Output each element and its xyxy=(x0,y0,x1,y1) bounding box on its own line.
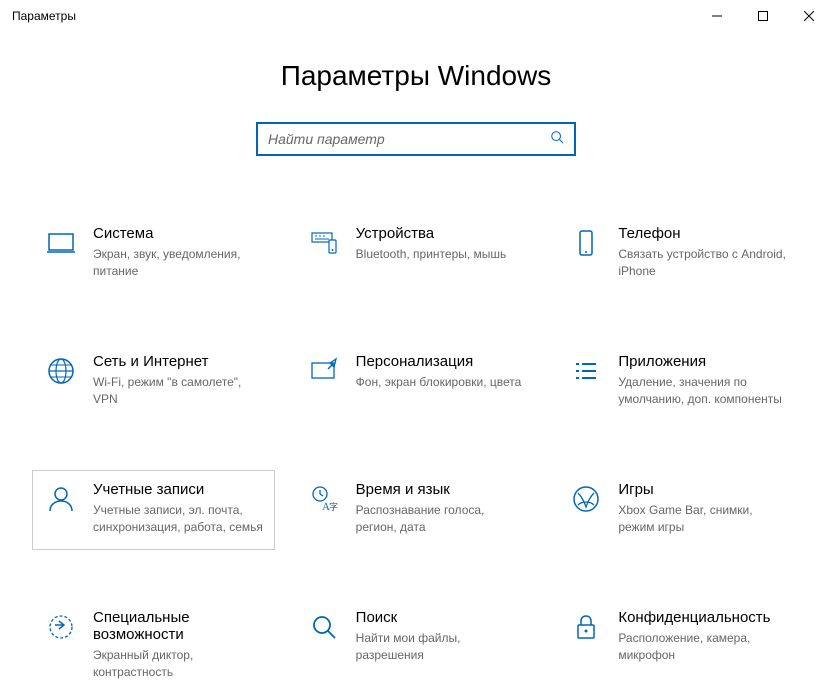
close-button[interactable] xyxy=(786,0,832,32)
tile-desc: Связать устройство с Android, iPhone xyxy=(618,246,791,280)
time-language-icon: A字 xyxy=(304,481,344,515)
devices-icon xyxy=(304,225,344,259)
minimize-button[interactable] xyxy=(694,0,740,32)
tile-privacy[interactable]: Конфиденциальность Расположение, камера,… xyxy=(557,598,800,692)
gaming-icon xyxy=(566,481,606,515)
tile-title: Специальные возможности xyxy=(93,609,266,643)
tile-network[interactable]: Сеть и Интернет Wi-Fi, режим "в самолете… xyxy=(32,342,275,422)
tile-desc: Экранный диктор, контрастность xyxy=(93,647,266,681)
tile-title: Конфиденциальность xyxy=(618,609,791,626)
tile-title: Сеть и Интернет xyxy=(93,353,266,370)
search-box[interactable] xyxy=(256,122,576,156)
settings-grid: Система Экран, звук, уведомления, питани… xyxy=(0,214,832,692)
tile-desc: Экран, звук, уведомления, питание xyxy=(93,246,266,280)
tile-desc: Xbox Game Bar, снимки, режим игры xyxy=(618,502,791,536)
tile-desc: Расположение, камера, микрофон xyxy=(618,630,791,664)
apps-icon xyxy=(566,353,606,387)
tile-title: Поиск xyxy=(356,609,529,626)
tile-desc: Найти мои файлы, разрешения xyxy=(356,630,529,664)
window-title: Параметры xyxy=(12,9,76,23)
tile-ease-of-access[interactable]: Специальные возможности Экранный диктор,… xyxy=(32,598,275,692)
svg-text:字: 字 xyxy=(329,501,338,512)
tile-title: Персонализация xyxy=(356,353,529,370)
tile-title: Игры xyxy=(618,481,791,498)
tile-title: Учетные записи xyxy=(93,481,266,498)
tile-devices[interactable]: Устройства Bluetooth, принтеры, мышь xyxy=(295,214,538,294)
tile-phone[interactable]: Телефон Связать устройство с Android, iP… xyxy=(557,214,800,294)
accounts-icon xyxy=(41,481,81,515)
ease-of-access-icon xyxy=(41,609,81,643)
tile-gaming[interactable]: Игры Xbox Game Bar, снимки, режим игры xyxy=(557,470,800,550)
tile-title: Приложения xyxy=(618,353,791,370)
tile-desc: Удаление, значения по умолчанию, доп. ко… xyxy=(618,374,791,408)
page-title: Параметры Windows xyxy=(0,60,832,92)
tile-title: Время и язык xyxy=(356,481,529,498)
network-icon xyxy=(41,353,81,387)
tile-title: Система xyxy=(93,225,266,242)
tile-desc: Распознавание голоса, регион, дата xyxy=(356,502,529,536)
tile-accounts[interactable]: Учетные записи Учетные записи, эл. почта… xyxy=(32,470,275,550)
tile-system[interactable]: Система Экран, звук, уведомления, питани… xyxy=(32,214,275,294)
personalization-icon xyxy=(304,353,344,387)
tile-desc: Bluetooth, принтеры, мышь xyxy=(356,246,529,263)
window-controls xyxy=(694,0,832,32)
tile-desc: Wi-Fi, режим "в самолете", VPN xyxy=(93,374,266,408)
search-container xyxy=(0,122,832,156)
tile-search[interactable]: Поиск Найти мои файлы, разрешения xyxy=(295,598,538,692)
maximize-button[interactable] xyxy=(740,0,786,32)
search-tile-icon xyxy=(304,609,344,643)
tile-time[interactable]: A字 Время и язык Распознавание голоса, ре… xyxy=(295,470,538,550)
phone-icon xyxy=(566,225,606,259)
tile-personalization[interactable]: Персонализация Фон, экран блокировки, цв… xyxy=(295,342,538,422)
tile-desc: Фон, экран блокировки, цвета xyxy=(356,374,529,391)
system-icon xyxy=(41,225,81,259)
tile-desc: Учетные записи, эл. почта, синхронизация… xyxy=(93,502,266,536)
search-input[interactable] xyxy=(268,131,550,147)
tile-apps[interactable]: Приложения Удаление, значения по умолчан… xyxy=(557,342,800,422)
tile-title: Телефон xyxy=(618,225,791,242)
titlebar: Параметры xyxy=(0,0,832,32)
tile-title: Устройства xyxy=(356,225,529,242)
search-icon xyxy=(550,130,564,149)
privacy-icon xyxy=(566,609,606,643)
